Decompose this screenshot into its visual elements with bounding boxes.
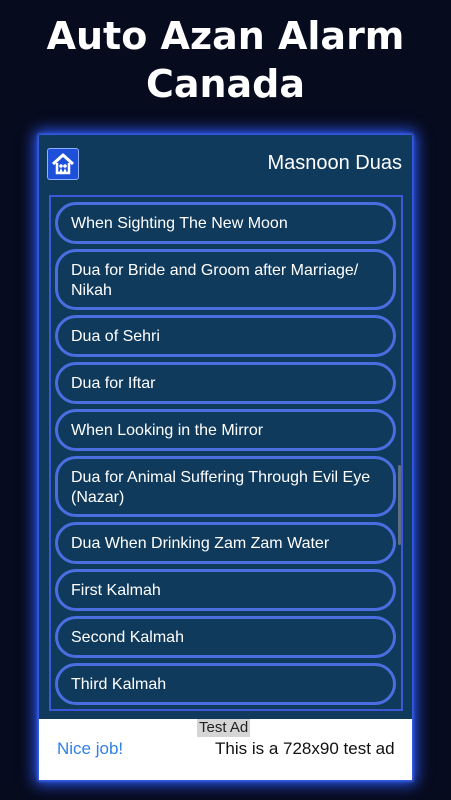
promo-title-line2: Canada xyxy=(145,62,306,106)
list-item-mirror[interactable]: When Looking in the Mirror xyxy=(55,409,396,451)
list-item-new-moon[interactable]: When Sighting The New Moon xyxy=(55,202,396,244)
ad-body-text[interactable]: This is a 728x90 test ad xyxy=(215,737,395,761)
list-item-iftar[interactable]: Dua for Iftar xyxy=(55,362,396,404)
test-ad-label: Test Ad xyxy=(197,719,251,737)
list-item-zam-zam[interactable]: Dua When Drinking Zam Zam Water xyxy=(55,522,396,564)
ad-headline[interactable]: Nice job! xyxy=(57,737,123,761)
list-item-third-kalmah[interactable]: Third Kalmah xyxy=(55,663,396,705)
home-icon xyxy=(51,153,75,175)
list-item-bride-groom[interactable]: Dua for Bride and Groom after Marriage/ … xyxy=(55,249,396,310)
list-scrollbar[interactable] xyxy=(398,465,401,545)
list-item-second-kalmah[interactable]: Second Kalmah xyxy=(55,616,396,658)
promo-title-line1: Auto Azan Alarm xyxy=(46,14,405,58)
promo-title: Auto Azan Alarm Canada xyxy=(0,12,451,108)
duas-list-container[interactable]: When Sighting The New Moon Dua for Bride… xyxy=(49,195,403,711)
list-item-first-kalmah[interactable]: First Kalmah xyxy=(55,569,396,611)
list-item-evil-eye[interactable]: Dua for Animal Suffering Through Evil Ey… xyxy=(55,456,396,517)
app-bar: Masnoon Duas xyxy=(39,135,412,191)
app-screen: Masnoon Duas When Sighting The New Moon … xyxy=(39,135,412,780)
duas-list: When Sighting The New Moon Dua for Bride… xyxy=(55,202,396,709)
home-button[interactable] xyxy=(47,148,79,180)
ad-banner[interactable]: Test Ad Nice job! This is a 728x90 test … xyxy=(39,719,412,780)
list-item-sehri[interactable]: Dua of Sehri xyxy=(55,315,396,357)
screen-title: Masnoon Duas xyxy=(267,152,402,174)
